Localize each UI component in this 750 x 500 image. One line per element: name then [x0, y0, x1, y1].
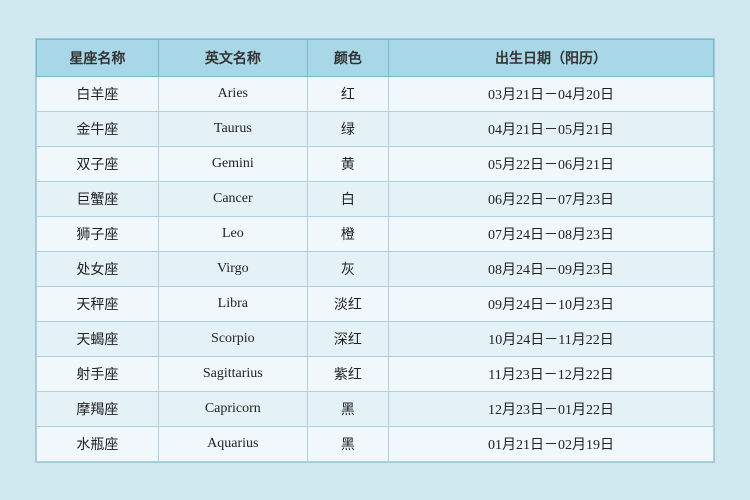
zodiac-table: 星座名称 英文名称 颜色 出生日期（阳历） 白羊座Aries红03月21日－04… — [36, 39, 714, 462]
cell-color: 黑 — [307, 426, 388, 461]
cell-en-name: Aries — [158, 76, 307, 111]
table-row: 金牛座Taurus绿04月21日－05月21日 — [37, 111, 714, 146]
cell-color: 黑 — [307, 391, 388, 426]
cell-date: 01月21日－02月19日 — [389, 426, 714, 461]
header-en-name: 英文名称 — [158, 39, 307, 76]
cell-color: 淡红 — [307, 286, 388, 321]
cell-color: 绿 — [307, 111, 388, 146]
table-row: 巨蟹座Cancer白06月22日－07月23日 — [37, 181, 714, 216]
table-body: 白羊座Aries红03月21日－04月20日金牛座Taurus绿04月21日－0… — [37, 76, 714, 461]
cell-en-name: Aquarius — [158, 426, 307, 461]
cell-date: 08月24日－09月23日 — [389, 251, 714, 286]
cell-color: 橙 — [307, 216, 388, 251]
cell-color: 黄 — [307, 146, 388, 181]
cell-date: 03月21日－04月20日 — [389, 76, 714, 111]
cell-cn-name: 天秤座 — [37, 286, 159, 321]
table-row: 天秤座Libra淡红09月24日－10月23日 — [37, 286, 714, 321]
table-row: 白羊座Aries红03月21日－04月20日 — [37, 76, 714, 111]
cell-cn-name: 处女座 — [37, 251, 159, 286]
header-date: 出生日期（阳历） — [389, 39, 714, 76]
cell-cn-name: 水瓶座 — [37, 426, 159, 461]
table-row: 处女座Virgo灰08月24日－09月23日 — [37, 251, 714, 286]
cell-en-name: Capricorn — [158, 391, 307, 426]
cell-en-name: Taurus — [158, 111, 307, 146]
cell-color: 深红 — [307, 321, 388, 356]
cell-color: 灰 — [307, 251, 388, 286]
cell-color: 白 — [307, 181, 388, 216]
cell-color: 红 — [307, 76, 388, 111]
cell-date: 11月23日－12月22日 — [389, 356, 714, 391]
cell-en-name: Virgo — [158, 251, 307, 286]
cell-cn-name: 双子座 — [37, 146, 159, 181]
cell-date: 09月24日－10月23日 — [389, 286, 714, 321]
cell-en-name: Sagittarius — [158, 356, 307, 391]
cell-date: 12月23日－01月22日 — [389, 391, 714, 426]
table-row: 射手座Sagittarius紫红11月23日－12月22日 — [37, 356, 714, 391]
header-cn-name: 星座名称 — [37, 39, 159, 76]
cell-color: 紫红 — [307, 356, 388, 391]
cell-en-name: Gemini — [158, 146, 307, 181]
table-row: 天蝎座Scorpio深红10月24日－11月22日 — [37, 321, 714, 356]
table-row: 狮子座Leo橙07月24日－08月23日 — [37, 216, 714, 251]
zodiac-table-container: 星座名称 英文名称 颜色 出生日期（阳历） 白羊座Aries红03月21日－04… — [35, 38, 715, 463]
cell-en-name: Libra — [158, 286, 307, 321]
cell-cn-name: 天蝎座 — [37, 321, 159, 356]
cell-cn-name: 摩羯座 — [37, 391, 159, 426]
cell-cn-name: 狮子座 — [37, 216, 159, 251]
cell-date: 07月24日－08月23日 — [389, 216, 714, 251]
cell-cn-name: 白羊座 — [37, 76, 159, 111]
cell-date: 05月22日－06月21日 — [389, 146, 714, 181]
cell-date: 06月22日－07月23日 — [389, 181, 714, 216]
table-row: 摩羯座Capricorn黑12月23日－01月22日 — [37, 391, 714, 426]
cell-en-name: Scorpio — [158, 321, 307, 356]
table-row: 水瓶座Aquarius黑01月21日－02月19日 — [37, 426, 714, 461]
cell-date: 04月21日－05月21日 — [389, 111, 714, 146]
cell-cn-name: 金牛座 — [37, 111, 159, 146]
table-header-row: 星座名称 英文名称 颜色 出生日期（阳历） — [37, 39, 714, 76]
cell-cn-name: 巨蟹座 — [37, 181, 159, 216]
cell-date: 10月24日－11月22日 — [389, 321, 714, 356]
cell-en-name: Leo — [158, 216, 307, 251]
cell-cn-name: 射手座 — [37, 356, 159, 391]
header-color: 颜色 — [307, 39, 388, 76]
cell-en-name: Cancer — [158, 181, 307, 216]
table-row: 双子座Gemini黄05月22日－06月21日 — [37, 146, 714, 181]
